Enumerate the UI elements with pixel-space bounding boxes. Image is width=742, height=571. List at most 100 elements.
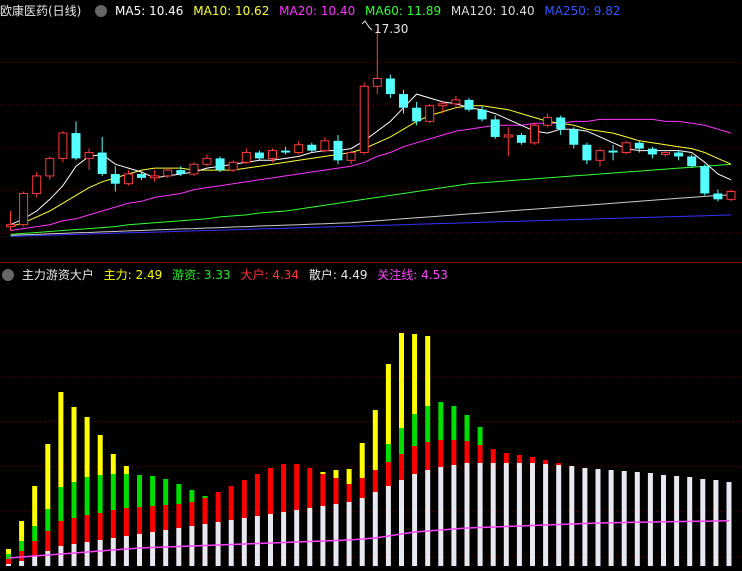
dahu-bar	[6, 559, 11, 564]
sanhu-bar	[438, 467, 444, 566]
candle-body	[71, 133, 81, 159]
candle-body	[163, 169, 173, 177]
indicator-chart	[0, 330, 742, 566]
dahu-bar	[19, 551, 25, 561]
sanhu-bar	[241, 518, 247, 566]
sanhu-bar	[307, 508, 313, 566]
dahu-bar	[215, 492, 221, 522]
sanhu-bar	[569, 466, 575, 566]
dahu-bar	[97, 513, 103, 540]
candle-body	[202, 157, 212, 165]
dahu-bar	[372, 470, 378, 492]
candle-body	[399, 94, 408, 108]
youzi-bar	[399, 428, 404, 454]
guanzhu-line	[8, 519, 730, 559]
sanhu-bar	[530, 463, 535, 566]
candle-body	[241, 152, 251, 163]
youzi-bar	[202, 496, 208, 498]
dahu-bar	[84, 515, 90, 542]
youzi-bar	[110, 474, 116, 510]
candle-body	[45, 157, 55, 177]
dahu-bar	[254, 474, 260, 516]
candle-body	[123, 173, 133, 185]
candle-body	[556, 117, 566, 130]
sanhu-bar	[150, 532, 156, 566]
candle-body	[97, 152, 107, 174]
sanhu-bar	[71, 544, 77, 566]
dahu-bar	[58, 521, 64, 546]
sanhu-bar	[359, 498, 365, 566]
candle-body	[320, 140, 330, 152]
candle-body	[451, 99, 461, 105]
sanhu-bar	[464, 463, 470, 566]
sanhu-bar	[412, 474, 418, 566]
sanhu-bar	[451, 465, 457, 566]
youzi-bar	[150, 476, 156, 506]
candle-body	[19, 192, 29, 226]
ma20-value: MA20: 10.40	[279, 4, 356, 18]
zhuli-bar	[84, 417, 90, 477]
candle-body	[412, 107, 422, 122]
ma250-value: MA250: 9.82	[544, 4, 621, 18]
sanhu-bar	[621, 471, 627, 566]
dahu-bar	[438, 440, 444, 467]
candle-body	[268, 150, 277, 159]
youzi-bar	[45, 509, 51, 531]
ma60-value: MA60: 11.89	[365, 4, 442, 18]
sanhu-bar	[254, 516, 260, 566]
dahu-bar	[385, 462, 391, 486]
youzi-bar	[176, 484, 182, 504]
zhuli-bar	[71, 407, 77, 482]
youzi-bar	[425, 406, 431, 442]
zhuli-bar	[346, 469, 352, 484]
zhuli-bar	[320, 472, 326, 474]
candle-body	[569, 129, 579, 145]
dahu-bar	[189, 502, 195, 526]
sanhu-bar	[268, 514, 273, 566]
dahu-bar	[32, 541, 38, 556]
ma10-value: MA10: 10.62	[193, 4, 270, 18]
sanhu-bar	[6, 564, 11, 566]
candle-body	[333, 140, 343, 161]
dahu-bar	[530, 457, 535, 463]
youzi-bar	[19, 541, 25, 551]
sanhu-bar	[215, 522, 221, 566]
sanhu-bar	[516, 463, 522, 566]
peak-marker	[361, 20, 373, 31]
dahu-bar	[137, 507, 142, 534]
ma5-value: MA5: 10.46	[115, 4, 184, 18]
sanhu-bar	[503, 463, 509, 566]
sanhu-bar	[647, 473, 653, 566]
candle-body	[687, 156, 697, 167]
sanhu-bar	[137, 534, 142, 566]
youzi-bar	[163, 479, 169, 505]
candle-body	[726, 191, 736, 200]
dahu-bar	[110, 510, 116, 538]
collapse-toggle-icon[interactable]	[95, 5, 108, 17]
sanhu-bar	[110, 538, 116, 566]
sanhu-bar	[58, 546, 64, 566]
sanhu-bar	[45, 551, 51, 566]
dahu-bar	[543, 460, 549, 464]
candle-body	[647, 148, 657, 155]
dahu-bar	[359, 478, 365, 498]
dahu-bar	[464, 441, 470, 463]
sanhu-bar	[385, 486, 391, 566]
zhuli-bar	[58, 392, 64, 487]
zhuli-bar	[45, 444, 51, 509]
candle-body	[294, 144, 304, 154]
sanhu-bar	[582, 468, 588, 566]
zhuli-bar	[19, 521, 25, 541]
sanhu-bar	[123, 536, 129, 566]
pane-divider[interactable]	[0, 262, 742, 263]
candle-body	[150, 175, 160, 179]
youzi-bar	[123, 474, 129, 508]
dahu-bar	[333, 478, 339, 504]
chart-window: 17.30 欧康医药(日线) MA5: 10.46 MA10: 10.62 MA…	[0, 0, 742, 571]
zhuli-bar	[359, 443, 365, 478]
sanhu-bar	[346, 502, 352, 566]
dahu-bar	[176, 504, 182, 528]
youzi-bar	[477, 427, 483, 445]
candle-body	[595, 150, 605, 161]
dahu-bar	[399, 454, 404, 480]
